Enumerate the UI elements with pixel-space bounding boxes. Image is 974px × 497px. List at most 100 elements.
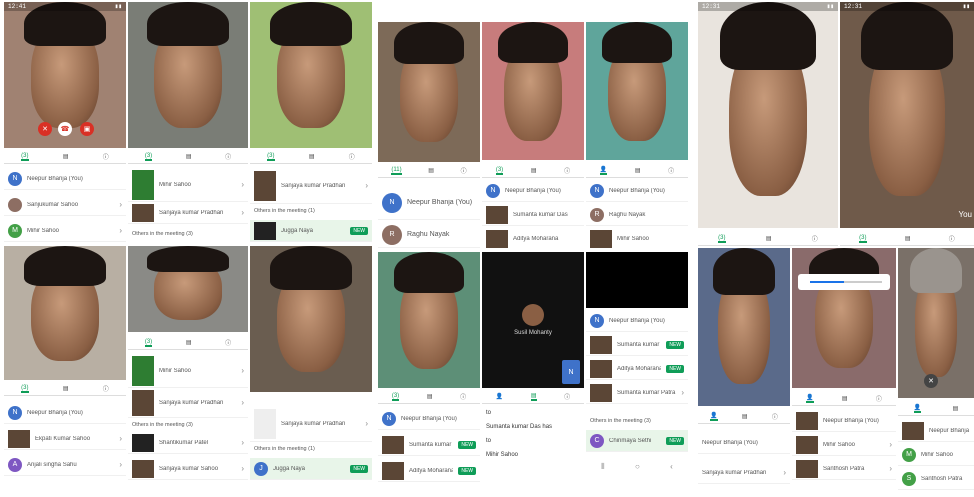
- participant-row[interactable]: Neepur Bhanja (You): [898, 420, 974, 442]
- participant-row[interactable]: Sumanta kumar Das: [482, 204, 584, 226]
- participant-name: Sumanta kumar Das: [617, 341, 661, 348]
- tab-info[interactable]: ⓘ: [225, 338, 231, 347]
- volume-slider[interactable]: [798, 274, 890, 290]
- waiting-row[interactable]: Jugga Naya NEW: [250, 220, 372, 242]
- tab-chat[interactable]: ▤: [309, 153, 315, 160]
- participant-row[interactable]: Shantikumar Patel ›: [128, 432, 248, 454]
- tab-chat[interactable]: ▤: [635, 167, 641, 174]
- back-icon[interactable]: ‹: [670, 462, 673, 472]
- tab-chat[interactable]: ▤: [742, 413, 748, 420]
- tab-chat[interactable]: ▤: [186, 153, 192, 160]
- tab-people[interactable]: (3): [267, 153, 275, 161]
- tab-info[interactable]: ⓘ: [103, 384, 109, 393]
- tab-people[interactable]: (3): [391, 393, 400, 401]
- tab-people[interactable]: 👤: [806, 394, 814, 403]
- participant-row[interactable]: Sumanta kumar Das NEW: [378, 434, 480, 456]
- tab-info[interactable]: ⓘ: [225, 152, 231, 161]
- tab-chat[interactable]: ▤: [905, 235, 911, 242]
- tab-people[interactable]: 👤: [913, 404, 922, 413]
- tab-people[interactable]: (3): [859, 235, 867, 243]
- participant-row[interactable]: N Neepur Bhanja (You): [586, 310, 688, 332]
- participant-row[interactable]: Sanjaya kumar Pradhan ›: [250, 406, 372, 442]
- status-icons: ▮▮: [962, 3, 970, 10]
- self-view[interactable]: N: [562, 360, 580, 384]
- tab-info[interactable]: ⓘ: [564, 392, 570, 401]
- tab-info[interactable]: ⓘ: [949, 234, 955, 243]
- tab-chat[interactable]: ▤: [428, 167, 434, 174]
- participant-row[interactable]: Mihir Sahoo ›: [792, 434, 896, 456]
- tab-chat[interactable]: ▤: [530, 392, 537, 401]
- participant-row[interactable]: Mihir Sahoo ›: [128, 168, 248, 202]
- participant-row[interactable]: Santhosh Patra ›: [792, 458, 896, 480]
- participant-row[interactable]: Ekpati Kumar Sahoo ›: [4, 428, 126, 450]
- tab-people[interactable]: (3): [144, 339, 153, 347]
- participant-row[interactable]: Aditya Moharana NEW: [378, 460, 480, 482]
- tab-info[interactable]: ⓘ: [461, 166, 467, 175]
- tab-people[interactable]: (11): [391, 167, 402, 175]
- tab-chat[interactable]: ▤: [427, 393, 433, 400]
- participant-row[interactable]: N Neepur Bhanja (You): [4, 402, 126, 424]
- tab-info[interactable]: ⓘ: [564, 166, 570, 175]
- tab-chat[interactable]: ▤: [842, 395, 848, 402]
- chevron-right-icon: ›: [889, 464, 892, 473]
- participant-row[interactable]: N Neepur Bhanja (You): [378, 408, 480, 430]
- tab-people[interactable]: 👤: [710, 412, 718, 421]
- participant-row[interactable]: R Raghu Nayak: [378, 222, 480, 248]
- tab-chat[interactable]: ▤: [63, 153, 69, 160]
- mic-off-icon[interactable]: ✕: [38, 122, 52, 136]
- participant-row[interactable]: Mihir Sahoo ›: [128, 354, 248, 388]
- tab-people[interactable]: (3): [144, 153, 153, 161]
- participant-row[interactable]: N Neepur Bhanja (You): [586, 180, 688, 202]
- tab-info[interactable]: ⓘ: [876, 394, 882, 403]
- participant-row[interactable]: N Neepur Bhanja (You): [378, 186, 480, 220]
- tab-chat[interactable]: ▤: [186, 339, 192, 346]
- participant-row[interactable]: Sanjaya kumar Pradhan ›: [128, 202, 248, 224]
- participant-row[interactable]: Sanjaya kumar Pradhan ›: [128, 388, 248, 418]
- participant-row[interactable]: Sanjaya kumar Pradhan ›: [698, 462, 790, 484]
- video-tile: ✕: [898, 248, 974, 398]
- avatar: N: [382, 192, 402, 213]
- home-icon[interactable]: ○: [635, 462, 640, 472]
- tab-people[interactable]: (3): [21, 153, 29, 161]
- tab-chat[interactable]: ▤: [766, 235, 772, 242]
- participant-thumbnail: [796, 411, 818, 430]
- tab-info[interactable]: ⓘ: [349, 152, 355, 161]
- tab-people[interactable]: 👤: [599, 166, 608, 175]
- tab-info[interactable]: ⓘ: [460, 392, 466, 401]
- tab-info[interactable]: ⓘ: [103, 152, 109, 161]
- participant-row[interactable]: Sanjaya kumar Sahoo ›: [128, 458, 248, 480]
- participant-row[interactable]: Sumanta kumar Das NEW: [586, 334, 688, 356]
- camera-off-icon[interactable]: ▣: [80, 122, 94, 136]
- participant-row[interactable]: Sumanta kumar Patra ›: [586, 382, 688, 404]
- avatar: N: [382, 411, 396, 426]
- participant-row[interactable]: A Anjali singha Sahu ›: [4, 454, 126, 476]
- tab-people[interactable]: (3): [718, 235, 726, 243]
- participant-row[interactable]: Aditya Moharana NEW: [586, 358, 688, 380]
- hangup-icon[interactable]: ☎: [58, 122, 72, 136]
- participant-row[interactable]: Sanjaya kumar Pradhan ›: [250, 168, 372, 204]
- tab-chat[interactable]: ▤: [63, 385, 69, 392]
- participant-row[interactable]: S Santhosh Patra: [898, 468, 974, 490]
- participant-row[interactable]: Neepur Bhanja (You): [792, 410, 896, 432]
- waiting-row[interactable]: J Jugga Naya NEW: [250, 458, 372, 480]
- participant-row[interactable]: N Neepur Bhanja (You): [4, 168, 126, 190]
- waiting-row[interactable]: C Chinmaya Sethi NEW: [586, 430, 688, 452]
- tab-info[interactable]: ⓘ: [812, 234, 818, 243]
- tab-info[interactable]: ⓘ: [668, 166, 674, 175]
- tab-chat[interactable]: ▤: [953, 405, 959, 412]
- tab-people[interactable]: (3): [21, 385, 29, 393]
- tab-info[interactable]: ⓘ: [772, 412, 778, 421]
- participant-row[interactable]: Sanjukumar Sahoo ›: [4, 194, 126, 216]
- participant-row[interactable]: Neepur Bhanja (You): [698, 432, 790, 454]
- participant-row[interactable]: R Raghu Nayak: [586, 204, 688, 226]
- participant-row[interactable]: N Neepur Bhanja (You): [482, 180, 584, 202]
- participant-row[interactable]: Mihir Sahoo: [586, 228, 688, 248]
- recents-icon[interactable]: ⦀: [601, 462, 605, 472]
- participant-row[interactable]: M Mihir Sahoo ›: [4, 220, 126, 242]
- mic-off-icon[interactable]: ✕: [924, 374, 938, 388]
- participant-row[interactable]: M Mihir Sahoo: [898, 444, 974, 466]
- participant-row[interactable]: Aditya Moharana: [482, 228, 584, 248]
- tab-people[interactable]: 👤: [496, 393, 503, 400]
- tab-chat[interactable]: ▤: [531, 167, 537, 174]
- tab-people[interactable]: (3): [495, 167, 504, 175]
